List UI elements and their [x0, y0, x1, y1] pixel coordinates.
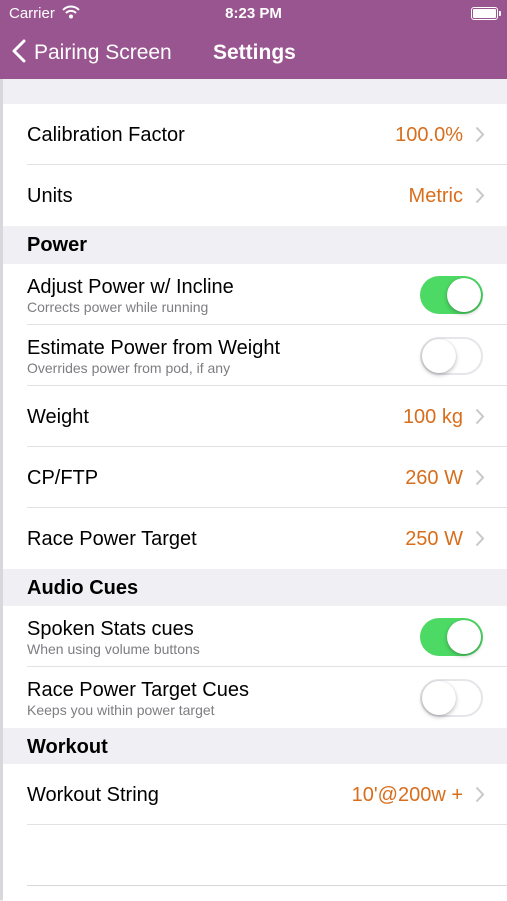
cp-ftp-value: 260 W — [405, 467, 463, 489]
weight-row[interactable]: Weight 100 kg — [3, 386, 507, 447]
calibration-factor-row[interactable]: Calibration Factor 100.0% — [3, 104, 507, 165]
workout-group: Workout String 10'@200w + — [3, 764, 507, 901]
chevron-right-icon — [475, 469, 485, 486]
spoken-stats-sublabel: When using volume buttons — [27, 641, 200, 657]
chevron-right-icon — [475, 126, 485, 143]
back-button-label: Pairing Screen — [34, 41, 172, 64]
workout-string-label: Workout String — [27, 784, 159, 806]
weight-value: 100 kg — [402, 406, 463, 428]
race-target-cues-label: Race Power Target Cues — [27, 679, 249, 701]
spoken-stats-toggle[interactable] — [420, 618, 483, 656]
workout-section-header: Workout — [3, 728, 507, 764]
race-target-cues-sublabel: Keeps you within power target — [27, 702, 215, 718]
race-power-target-row[interactable]: Race Power Target 250 W — [3, 508, 507, 569]
chevron-right-icon — [475, 786, 485, 803]
status-bar: Carrier 8:23 PM — [0, 0, 507, 28]
units-value: Metric — [408, 185, 463, 207]
adjust-incline-toggle[interactable] — [420, 276, 483, 314]
weight-label: Weight — [27, 406, 89, 428]
audio-cues-section-header: Audio Cues — [3, 569, 507, 606]
units-row[interactable]: Units Metric — [3, 165, 507, 226]
battery-icon — [471, 7, 501, 20]
race-power-target-value: 250 W — [405, 528, 463, 550]
cp-ftp-row[interactable]: CP/FTP 260 W — [3, 447, 507, 508]
adjust-incline-sublabel: Corrects power while running — [27, 299, 209, 315]
race-target-cues-toggle[interactable] — [420, 679, 483, 717]
spoken-stats-row: Spoken Stats cues When using volume butt… — [3, 606, 507, 667]
row-divider — [27, 824, 507, 825]
general-group: Calibration Factor 100.0% Units Metric — [3, 104, 507, 226]
chevron-right-icon — [475, 530, 485, 547]
units-label: Units — [27, 185, 73, 207]
spoken-stats-label: Spoken Stats cues — [27, 618, 194, 640]
chevron-right-icon — [475, 408, 485, 425]
toggle-knob — [447, 278, 481, 312]
power-header-label: Power — [27, 234, 88, 256]
adjust-incline-row: Adjust Power w/ Incline Corrects power w… — [3, 264, 507, 325]
race-target-cues-row: Race Power Target Cues Keeps you within … — [3, 667, 507, 728]
navigation-bar: Pairing Screen Settings — [0, 28, 507, 79]
toggle-knob — [422, 339, 456, 373]
audio-cues-group: Spoken Stats cues When using volume butt… — [3, 606, 507, 728]
estimate-weight-label: Estimate Power from Weight — [27, 337, 281, 359]
toggle-knob — [422, 681, 456, 715]
toggle-knob — [447, 620, 481, 654]
workout-string-value: 10'@200w + — [351, 784, 463, 806]
calibration-factor-label: Calibration Factor — [27, 124, 185, 146]
calibration-factor-value: 100.0% — [395, 124, 463, 146]
estimate-weight-toggle[interactable] — [420, 337, 483, 375]
chevron-right-icon — [475, 187, 485, 204]
power-group: Adjust Power w/ Incline Corrects power w… — [3, 264, 507, 569]
page-title: Settings — [213, 41, 296, 64]
chevron-left-icon — [12, 39, 26, 68]
estimate-weight-row: Estimate Power from Weight Overrides pow… — [3, 325, 507, 386]
workout-header-label: Workout — [27, 736, 108, 758]
bottom-divider — [27, 885, 507, 886]
power-section-header: Power — [3, 226, 507, 264]
estimate-weight-sublabel: Overrides power from pod, if any — [27, 360, 231, 376]
cp-ftp-label: CP/FTP — [27, 467, 99, 489]
audio-cues-header-label: Audio Cues — [27, 577, 139, 599]
adjust-incline-label: Adjust Power w/ Incline — [27, 276, 234, 298]
back-button[interactable]: Pairing Screen — [12, 38, 172, 68]
status-time: 8:23 PM — [225, 5, 282, 22]
race-power-target-label: Race Power Target — [27, 528, 197, 550]
workout-string-row[interactable]: Workout String 10'@200w + — [3, 764, 507, 825]
